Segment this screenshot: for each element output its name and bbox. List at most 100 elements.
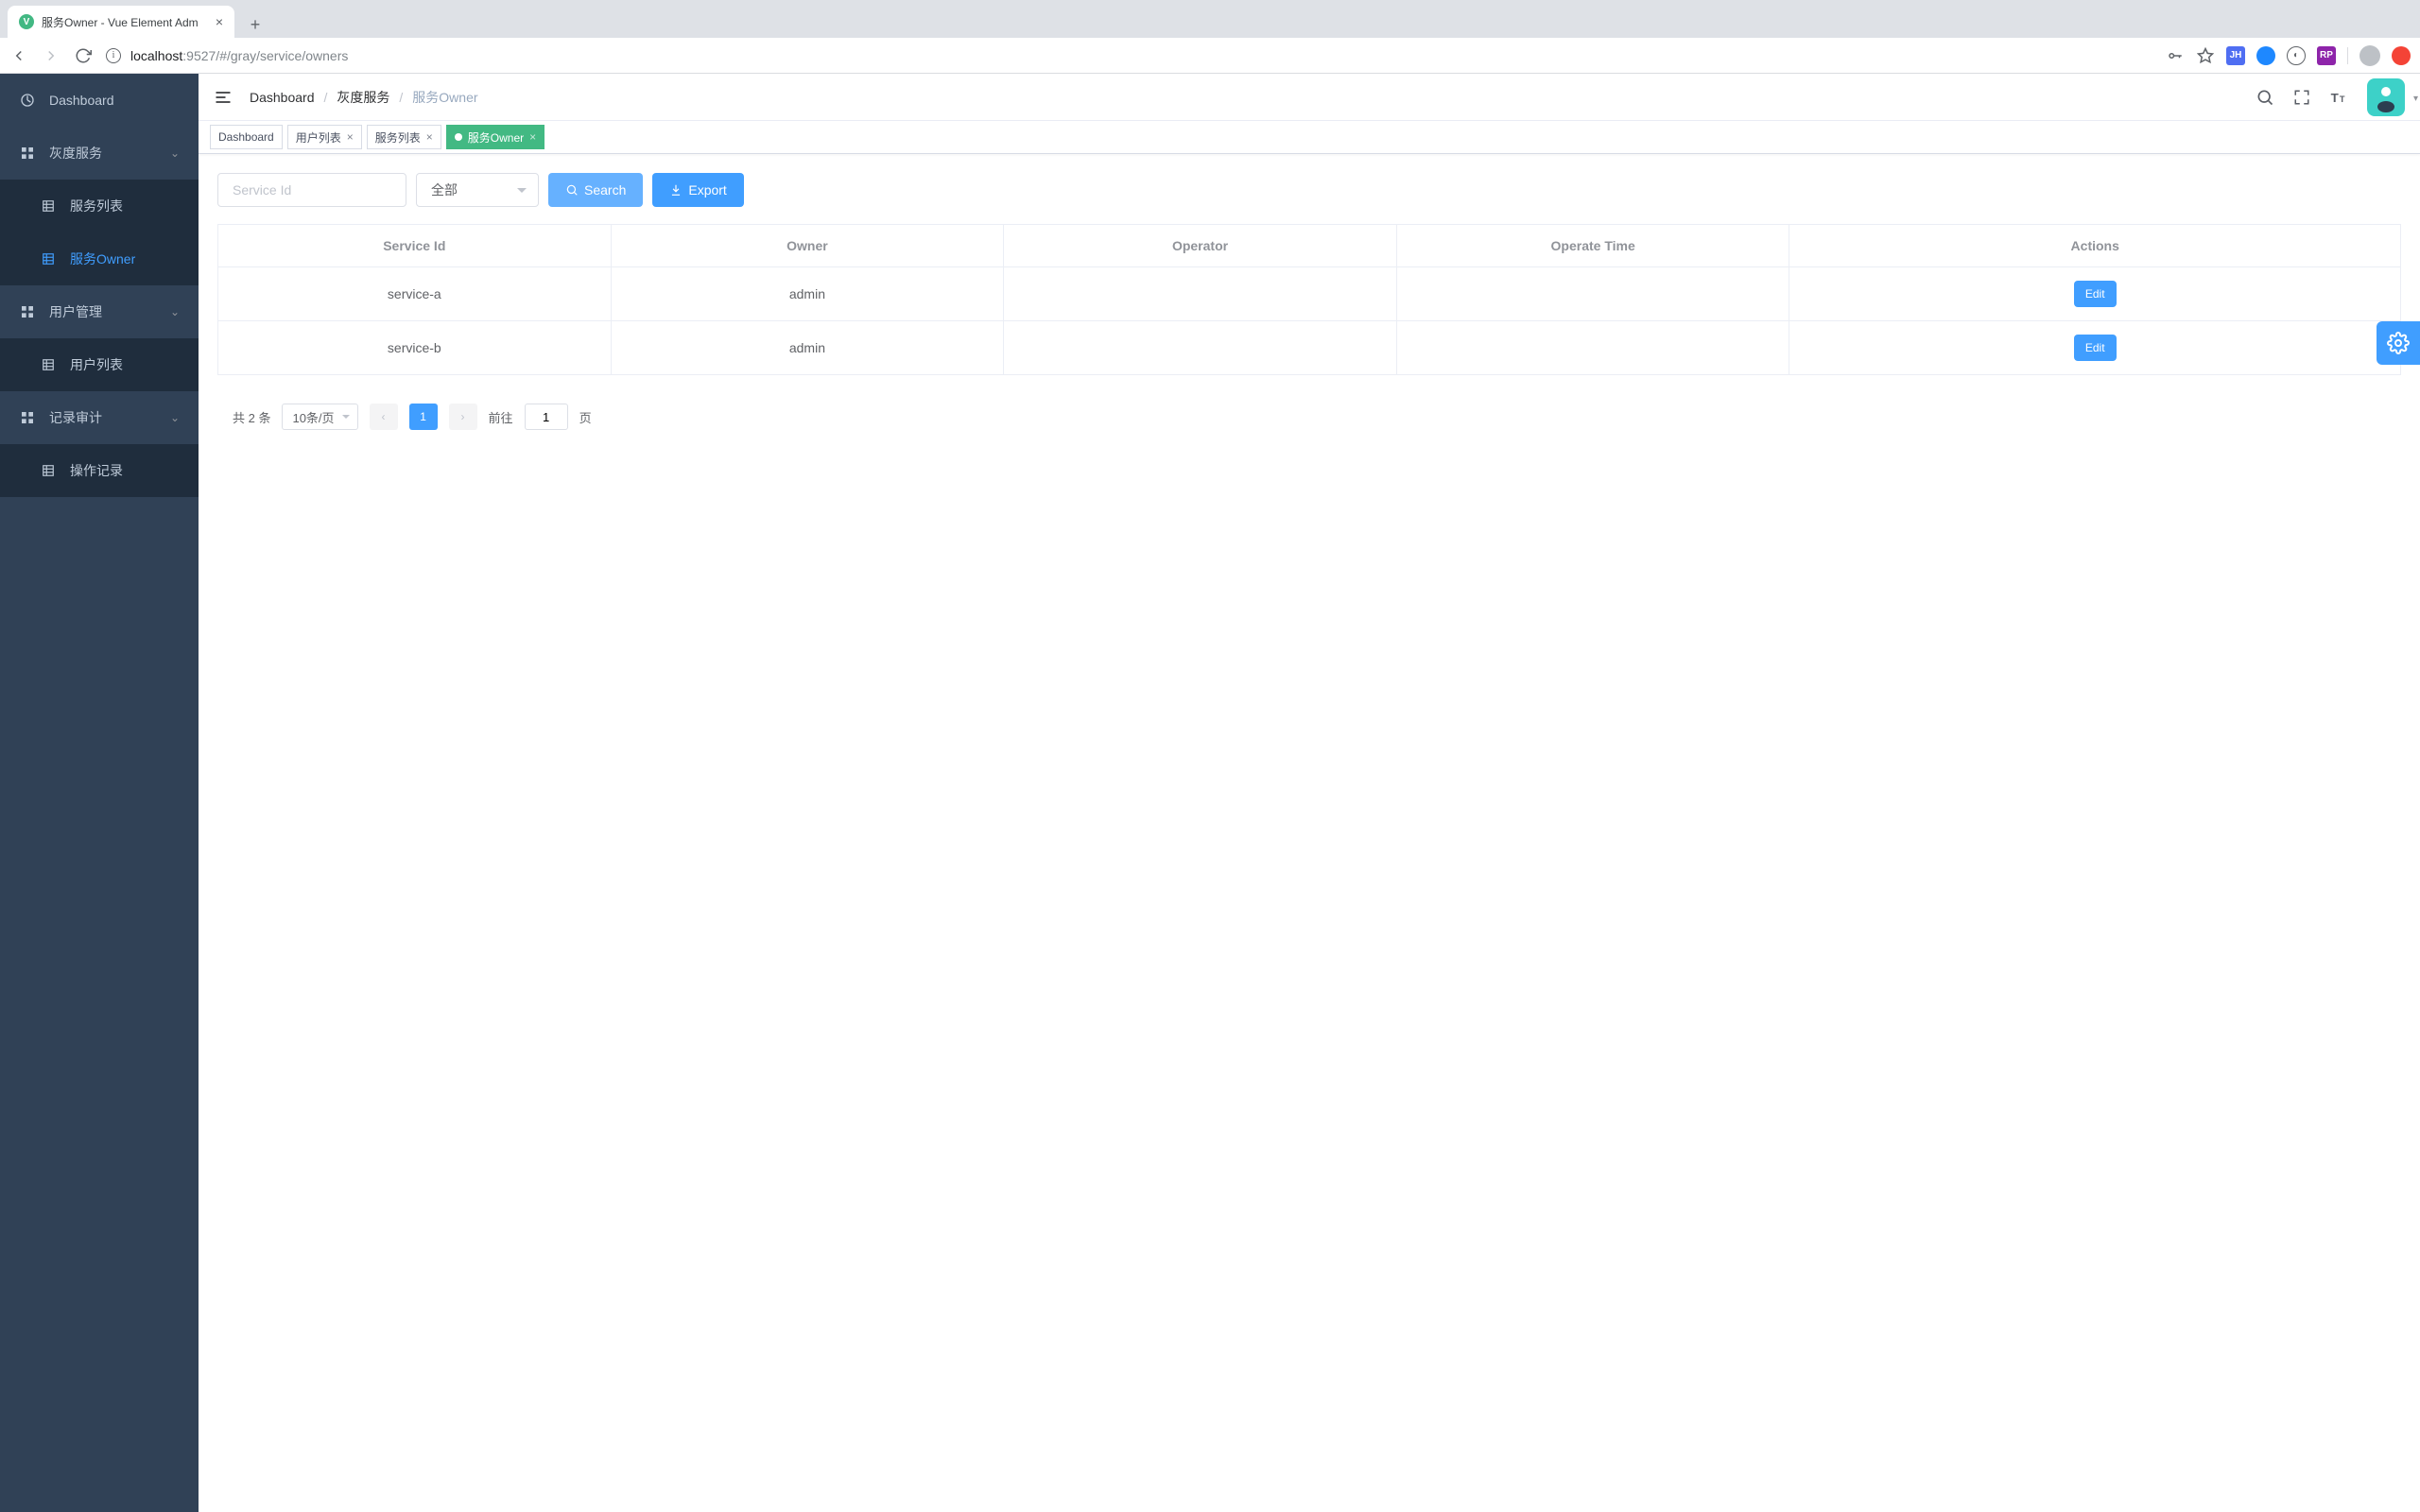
tag-user-list[interactable]: 用户列表× xyxy=(287,125,362,149)
close-icon[interactable]: × xyxy=(529,130,536,144)
extension-icon[interactable] xyxy=(2256,46,2275,65)
browser-actions: JH ◐ RP xyxy=(2166,45,2411,66)
tab-title: 服务Owner - Vue Element Adm xyxy=(42,14,208,30)
extension-icon[interactable]: RP xyxy=(2317,46,2336,65)
cell-actions: Edit xyxy=(1789,267,2401,321)
grid-icon xyxy=(19,304,36,319)
separator: / xyxy=(399,90,403,105)
page-number[interactable]: 1 xyxy=(409,404,438,430)
goto-input[interactable] xyxy=(525,404,568,430)
grid-icon xyxy=(19,410,36,425)
settings-fab[interactable] xyxy=(2377,321,2420,365)
tag-service-owner[interactable]: 服务Owner× xyxy=(446,125,544,149)
submenu: 操作记录 xyxy=(0,444,199,497)
prev-page-button[interactable]: ‹ xyxy=(370,404,398,430)
extension-icon[interactable]: JH xyxy=(2226,46,2245,65)
sidebar-item-label: 用户列表 xyxy=(70,355,123,374)
browser-tab[interactable]: V 服务Owner - Vue Element Adm × xyxy=(8,6,234,38)
cell-owner: admin xyxy=(611,267,1004,321)
cell-owner: admin xyxy=(611,321,1004,375)
next-page-button[interactable]: › xyxy=(449,404,477,430)
th-service-id: Service Id xyxy=(218,225,612,267)
text-size-icon[interactable]: TT xyxy=(2329,88,2348,107)
sidebar: Dashboard 灰度服务 ⌄ 服务列表 服务Owner 用户管理 ⌄ 用户列… xyxy=(0,74,199,1512)
data-table: Service Id Owner Operator Operate Time A… xyxy=(217,224,2401,375)
sidebar-item-label: 操作记录 xyxy=(70,461,123,480)
reload-button[interactable] xyxy=(74,47,93,64)
table-icon xyxy=(40,252,57,266)
sidebar-item-user-list[interactable]: 用户列表 xyxy=(0,338,199,391)
th-operator: Operator xyxy=(1004,225,1397,267)
profile-icon[interactable] xyxy=(2360,45,2380,66)
navbar: Dashboard / 灰度服务 / 服务Owner TT ▾ xyxy=(199,74,2420,121)
page-size-select[interactable]: 10条/页 xyxy=(282,404,357,430)
close-icon[interactable]: × xyxy=(426,130,433,144)
sidebar-item-label: 灰度服务 xyxy=(49,144,102,163)
separator: / xyxy=(324,90,328,105)
close-icon[interactable]: × xyxy=(216,14,223,29)
extension-icon[interactable] xyxy=(2392,46,2411,65)
extension-icon[interactable]: ◐ xyxy=(2287,46,2306,65)
service-id-input[interactable] xyxy=(217,173,406,207)
table-icon xyxy=(40,199,57,213)
url-bar[interactable]: i localhost:9527/#/gray/service/owners xyxy=(106,48,2152,63)
status-select[interactable]: 全部 xyxy=(416,173,539,207)
sidebar-item-audit[interactable]: 记录审计 ⌄ xyxy=(0,391,199,444)
browser-chrome: V 服务Owner - Vue Element Adm × + i localh… xyxy=(0,0,2420,74)
pagination: 共 2 条 10条/页 ‹ 1 › 前往 页 xyxy=(217,404,2401,430)
table-icon xyxy=(40,358,57,371)
caret-down-icon: ▾ xyxy=(2413,94,2418,104)
sidebar-item-label: 记录审计 xyxy=(49,408,102,427)
bookmark-icon[interactable] xyxy=(2196,47,2215,64)
sidebar-item-label: 服务Owner xyxy=(70,249,135,268)
goto-suffix: 页 xyxy=(579,408,592,426)
export-button[interactable]: Export xyxy=(652,173,743,207)
sidebar-item-label: 服务列表 xyxy=(70,197,123,215)
cell-actions: Edit xyxy=(1789,321,2401,375)
sidebar-item-operation-log[interactable]: 操作记录 xyxy=(0,444,199,497)
sidebar-item-user-mgmt[interactable]: 用户管理 ⌄ xyxy=(0,285,199,338)
edit-button[interactable]: Edit xyxy=(2074,335,2117,361)
content: 全部 Search Export Service Id Owner Operat… xyxy=(199,154,2420,1512)
table-row: service-b admin Edit xyxy=(218,321,2401,375)
sidebar-item-service-owner[interactable]: 服务Owner xyxy=(0,232,199,285)
sidebar-item-gray-service[interactable]: 灰度服务 ⌄ xyxy=(0,127,199,180)
cell-service-id: service-b xyxy=(218,321,612,375)
new-tab-button[interactable]: + xyxy=(242,11,268,38)
edit-button[interactable]: Edit xyxy=(2074,281,2117,307)
cell-operate-time xyxy=(1396,321,1789,375)
tags-view: Dashboard 用户列表× 服务列表× 服务Owner× xyxy=(199,121,2420,154)
fullscreen-icon[interactable] xyxy=(2293,89,2310,106)
sidebar-item-service-list[interactable]: 服务列表 xyxy=(0,180,199,232)
table-row: service-a admin Edit xyxy=(218,267,2401,321)
svg-text:T: T xyxy=(2340,94,2345,104)
cell-service-id: service-a xyxy=(218,267,612,321)
tag-dashboard[interactable]: Dashboard xyxy=(210,125,283,149)
chevron-down-icon: ⌄ xyxy=(170,146,180,160)
avatar[interactable]: ▾ xyxy=(2367,78,2405,116)
breadcrumb: Dashboard / 灰度服务 / 服务Owner xyxy=(250,88,478,107)
search-icon[interactable] xyxy=(2256,88,2274,107)
tag-service-list[interactable]: 服务列表× xyxy=(367,125,441,149)
svg-text:T: T xyxy=(2331,91,2339,105)
forward-button[interactable] xyxy=(42,47,60,64)
sidebar-item-dashboard[interactable]: Dashboard xyxy=(0,74,199,127)
key-icon[interactable] xyxy=(2166,47,2185,64)
cell-operate-time xyxy=(1396,267,1789,321)
back-button[interactable] xyxy=(9,47,28,64)
goto-prefix: 前往 xyxy=(489,408,513,426)
crumb[interactable]: 灰度服务 xyxy=(337,88,389,107)
cell-operator xyxy=(1004,267,1397,321)
site-info-icon[interactable]: i xyxy=(106,48,121,63)
close-icon[interactable]: × xyxy=(347,130,354,144)
table-icon xyxy=(40,464,57,477)
gear-icon xyxy=(2387,332,2410,354)
dashboard-icon xyxy=(19,93,36,108)
crumb[interactable]: Dashboard xyxy=(250,90,315,105)
vue-favicon: V xyxy=(19,14,34,29)
search-button[interactable]: Search xyxy=(548,173,643,207)
hamburger-icon[interactable] xyxy=(214,88,233,107)
browser-toolbar: i localhost:9527/#/gray/service/owners J… xyxy=(0,38,2420,74)
filter-row: 全部 Search Export xyxy=(217,173,2401,207)
sidebar-item-label: Dashboard xyxy=(49,93,114,108)
